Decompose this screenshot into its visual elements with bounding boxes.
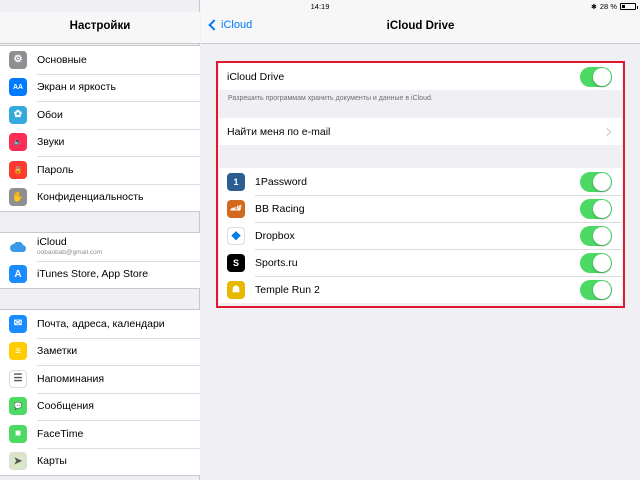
mail-icon: ✉ (9, 314, 27, 333)
drive-footnote: Разрешить программам хранить документы и… (228, 95, 433, 102)
apps-group: 1 1Password 🏎 BB Racing ❖ Dropbox S Sports.ru ☗ T… (219, 168, 622, 303)
lock-icon: 🔒 (9, 160, 27, 179)
app-row: ❖ Dropbox (219, 222, 622, 249)
sidebar-item-reminders[interactable]: ☰ Напоминания (0, 365, 200, 393)
sidebar-item-label: Основные (37, 53, 87, 66)
messages-icon: 💬 (9, 397, 27, 416)
sidebar-item-label: Конфиденциальность (37, 191, 144, 204)
sidebar-item-label: iCloud (37, 236, 67, 249)
icloud-drive-label: iCloud Drive (227, 70, 285, 83)
sidebar-item-label: Пароль (37, 163, 74, 176)
bluetooth-icon: ✱ (591, 3, 597, 11)
app-toggle[interactable] (580, 171, 612, 192)
hand-icon: ✋ (9, 188, 27, 207)
app-toggle[interactable] (580, 252, 612, 273)
find-me-group: Найти меня по e-mail (219, 118, 622, 145)
temple-run-icon: ☗ (227, 280, 245, 299)
app-toggle[interactable] (580, 198, 612, 219)
app-name: BB Racing (255, 202, 305, 215)
sidebar-item-label: Звуки (37, 136, 65, 149)
toggle-knob (593, 280, 611, 299)
sidebar-item-gear[interactable]: ⚙ Основные (0, 46, 200, 74)
sidebar-item-notes[interactable]: ≡ Заметки (0, 337, 200, 366)
sidebar-item-facetime[interactable]: ■ FaceTime (0, 420, 200, 448)
nav-bar: iCloud iCloud Drive (201, 12, 640, 44)
toggle-knob (593, 172, 611, 191)
sidebar-group-general: ⚙ Основные AA Экран и яркость ✿ Обои 🔈 Звуки 🔒 Па… (0, 45, 200, 212)
sidebar-item-label: Заметки (37, 345, 78, 358)
bb-racing-icon: 🏎 (227, 199, 245, 218)
app-row: 1 1Password (219, 168, 622, 195)
chevron-right-icon (602, 127, 612, 136)
sidebar-item-brightness[interactable]: AA Экран и яркость (0, 73, 200, 102)
facetime-icon: ■ (9, 424, 27, 443)
notes-icon: ≡ (9, 342, 27, 361)
find-me-label: Найти меня по e-mail (227, 125, 331, 138)
drive-group: iCloud Drive (219, 63, 622, 90)
sidebar-item-label: iTunes Store, App Store (37, 268, 149, 281)
sidebar-title: Настройки (0, 12, 200, 44)
sidebar-item-wallpaper[interactable]: ✿ Обои (0, 101, 200, 129)
wallpaper-icon: ✿ (9, 105, 27, 124)
sidebar-item-label: Обои (37, 108, 63, 121)
gear-icon: ⚙ (9, 50, 27, 69)
icloud-email: oobaobab@gmail.com (37, 248, 103, 256)
brightness-icon: AA (9, 78, 27, 97)
icloud-drive-row: iCloud Drive (219, 63, 622, 90)
app-row: 🏎 BB Racing (219, 195, 622, 222)
sidebar-item-label: Экран и яркость (37, 81, 116, 94)
sidebar-group-apps: ✉ Почта, адреса, календари ≡ Заметки ☰ Напоми… (0, 309, 200, 476)
dropbox-icon: ❖ (227, 226, 245, 245)
sidebar-group-accounts: iCloud oobaobab@gmail.com A iTunes Store… (0, 232, 200, 289)
app-name: Temple Run 2 (255, 283, 320, 296)
sidebar-item-lock[interactable]: 🔒 Пароль (0, 156, 200, 184)
sidebar-item-icloud[interactable]: iCloud oobaobab@gmail.com (0, 233, 200, 261)
battery-percent: 28 % (599, 2, 617, 11)
app-name: Dropbox (255, 229, 295, 242)
app-name: Sports.ru (255, 256, 298, 269)
sidebar-item-label: Напоминания (37, 372, 105, 385)
icloud-icon (9, 237, 27, 256)
app-store-icon: A (9, 265, 27, 284)
sidebar-item-label: Сообщения (37, 400, 94, 413)
reminders-icon: ☰ (9, 369, 27, 388)
toggle-knob (593, 199, 611, 218)
app-name: 1Password (255, 175, 307, 188)
toggle-knob (593, 253, 611, 272)
sidebar-item-mail[interactable]: ✉ Почта, адреса, календари (0, 310, 200, 338)
maps-icon: ➤ (9, 452, 27, 471)
sidebar-item-label: FaceTime (37, 427, 84, 440)
app-row: S Sports.ru (219, 249, 622, 276)
app-toggle[interactable] (580, 225, 612, 246)
sidebar-item-itunes[interactable]: A iTunes Store, App Store (0, 260, 200, 289)
sidebar: Настройки ⚙ Основные AA Экран и яркость ✿ Обо… (0, 0, 200, 480)
sidebar-item-hand[interactable]: ✋ Конфиденциальность (0, 183, 200, 212)
page-title: iCloud Drive (386, 20, 455, 32)
sidebar-item-maps[interactable]: ➤ Карты (0, 447, 200, 476)
app-toggle[interactable] (580, 279, 612, 300)
sidebar-item-label: Почта, адреса, календари (37, 317, 165, 330)
toggle-knob (593, 67, 611, 86)
app-row: ☗ Temple Run 2 (219, 276, 622, 303)
toggle-knob (593, 226, 611, 245)
sidebar-item-sounds[interactable]: 🔈 Звуки (0, 128, 200, 157)
icloud-drive-toggle[interactable] (580, 66, 612, 87)
sidebar-item-messages[interactable]: 💬 Сообщения (0, 392, 200, 421)
sports-ru-icon: S (227, 253, 245, 272)
sounds-icon: 🔈 (9, 133, 27, 152)
find-me-row[interactable]: Найти меня по e-mail (219, 118, 622, 145)
onepassword-icon: 1 (227, 172, 245, 191)
sidebar-item-label: Карты (37, 455, 67, 468)
battery-icon (620, 3, 638, 10)
